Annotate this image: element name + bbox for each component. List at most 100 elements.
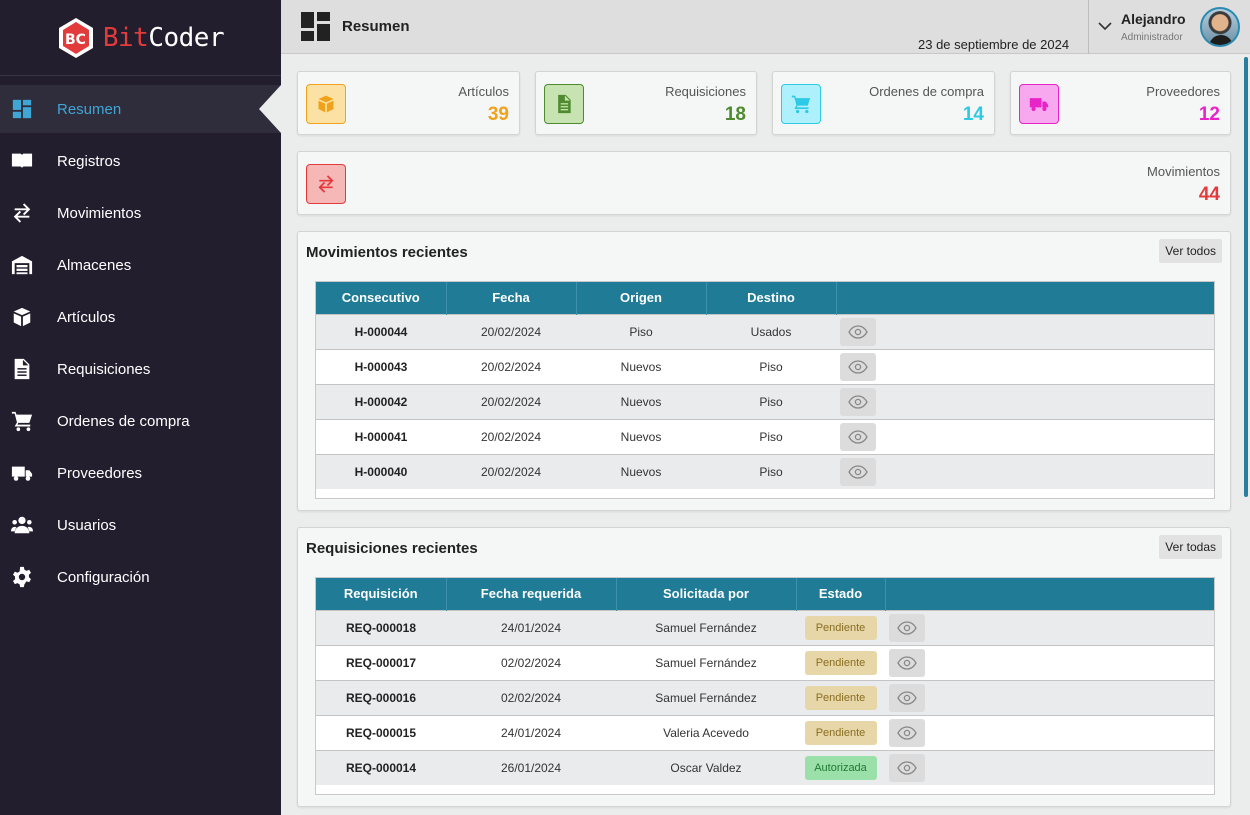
sidebar-item-almacenes[interactable]: Almacenes [0,241,281,289]
eye-icon [897,655,917,670]
status-badge: Pendiente [804,650,877,675]
column-header[interactable]: Fecha [446,282,577,314]
cart-icon [781,84,821,124]
box-icon [10,305,34,329]
column-header[interactable]: Destino [706,282,837,314]
stat-label: Proveedores [1146,84,1220,99]
stat-value: 44 [1198,184,1220,205]
sidebar-item-label: Registros [57,152,121,170]
sidebar-item-articulos[interactable]: Artículos [0,293,281,341]
document-icon [544,84,584,124]
requisition-date: 26/01/2024 [446,749,616,785]
exchange-icon [10,201,34,225]
column-header[interactable]: Solicitada por [616,578,797,610]
recent-movements-panel: Movimientos recientes Ver todos Consecut… [297,231,1231,511]
view-button[interactable] [840,352,876,381]
brand-logo[interactable]: BC BitCoder [0,0,281,76]
table-row: REQ-000018 24/01/2024 Samuel Fernández P… [316,609,1214,645]
status-badge: Pendiente [804,615,877,640]
chevron-down-icon [1098,22,1112,31]
view-button[interactable] [889,753,925,782]
table-row: H-000043 20/02/2024 Nuevos Piso [316,348,1214,384]
view-button[interactable] [840,317,876,346]
sidebar-item-resumen[interactable]: Resumen [0,85,281,133]
dashboard-icon [301,12,330,41]
movements-table-wrap: Consecutivo Fecha Origen Destino H-00004… [315,281,1215,499]
table-header-row: Requisición Fecha requerida Solicitada p… [316,578,1214,610]
stat-value: 18 [724,104,746,125]
sidebar-item-label: Ordenes de compra [57,412,190,430]
stat-value: 39 [487,104,509,125]
user-name: Alejandro [1121,11,1186,27]
page-scrollbar[interactable] [1244,57,1248,497]
column-header[interactable]: Origen [576,282,707,314]
truck-icon [10,461,34,485]
stat-label: Movimientos [1147,164,1220,179]
column-header [885,578,1214,610]
exchange-icon [306,164,346,204]
users-icon [10,513,34,537]
requisition-date: 24/01/2024 [446,609,616,645]
sidebar-item-movimientos[interactable]: Movimientos [0,189,281,237]
movement-destination: Piso [706,383,836,419]
view-button[interactable] [889,683,925,712]
eye-icon [897,725,917,740]
movement-date: 20/02/2024 [446,313,576,349]
movement-code: H-000042 [316,383,446,419]
table-row: H-000040 20/02/2024 Nuevos Piso [316,453,1214,489]
user-role: Administrador [1121,32,1183,43]
brand-name: BitCoder [102,22,225,53]
sidebar-item-usuarios[interactable]: Usuarios [0,501,281,549]
sidebar-item-label: Resumen [57,100,122,118]
truck-icon [1019,84,1059,124]
sidebar-item-ordenes-de-compra[interactable]: Ordenes de compra [0,397,281,445]
column-header[interactable]: Fecha requerida [446,578,617,610]
eye-icon [848,394,868,409]
view-button[interactable] [889,718,925,747]
eye-icon [848,465,868,479]
sidebar-item-requisiciones[interactable]: Requisiciones [0,345,281,393]
column-header[interactable]: Consecutivo [316,282,447,314]
warehouse-icon [10,253,34,277]
movement-code: H-000040 [316,453,446,489]
gear-icon [10,565,34,589]
stat-card-movimientos[interactable]: Movimientos 44 [297,151,1231,215]
stat-label: Requisiciones [665,84,746,99]
column-header[interactable]: Requisición [316,578,447,610]
stat-card-ordenes-de-compra[interactable]: Ordenes de compra 14 [772,71,995,135]
view-button[interactable] [889,613,925,642]
top-header: Resumen 23 de septiembre de 2024 Alejand… [281,0,1250,54]
view-all-movements-button[interactable]: Ver todos [1159,239,1222,263]
view-button[interactable] [840,422,876,451]
movement-origin: Nuevos [576,383,706,419]
book-icon [10,149,34,173]
sidebar-item-proveedores[interactable]: Proveedores [0,449,281,497]
stat-value: 14 [962,104,984,125]
sidebar-item-label: Movimientos [57,204,142,222]
sidebar-item-configuracion[interactable]: Configuración [0,553,281,601]
table-row: REQ-000016 02/02/2024 Samuel Fernández P… [316,679,1214,715]
avatar[interactable] [1200,7,1240,47]
requisition-requester: Samuel Fernández [616,644,796,680]
view-all-requisitions-button[interactable]: Ver todas [1159,535,1222,559]
view-button[interactable] [840,457,876,486]
requisition-code: REQ-000017 [316,644,446,680]
movement-destination: Piso [706,418,836,454]
sidebar-item-registros[interactable]: Registros [0,137,281,185]
view-button[interactable] [889,648,925,677]
panel-title: Requisiciones recientes [306,540,478,557]
column-header [836,282,1214,314]
stat-card-articulos[interactable]: Artículos 39 [297,71,520,135]
table-row: REQ-000015 24/01/2024 Valeria Acevedo Pe… [316,714,1214,750]
stat-card-requisiciones[interactable]: Requisiciones 18 [535,71,757,135]
column-header[interactable]: Estado [796,578,886,610]
bitcoder-logo-icon: BC [58,17,93,58]
view-button[interactable] [840,387,876,416]
recent-requisitions-panel: Requisiciones recientes Ver todas Requis… [297,527,1231,807]
sidebar-nav: Resumen Registros Movimientos Almacenes … [0,85,281,601]
stat-card-proveedores[interactable]: Proveedores 12 [1010,71,1231,135]
user-menu[interactable]: Alejandro Administrador [1088,0,1250,54]
requisition-code: REQ-000015 [316,714,446,750]
movement-code: H-000041 [316,418,446,454]
stat-value: 12 [1198,104,1220,125]
